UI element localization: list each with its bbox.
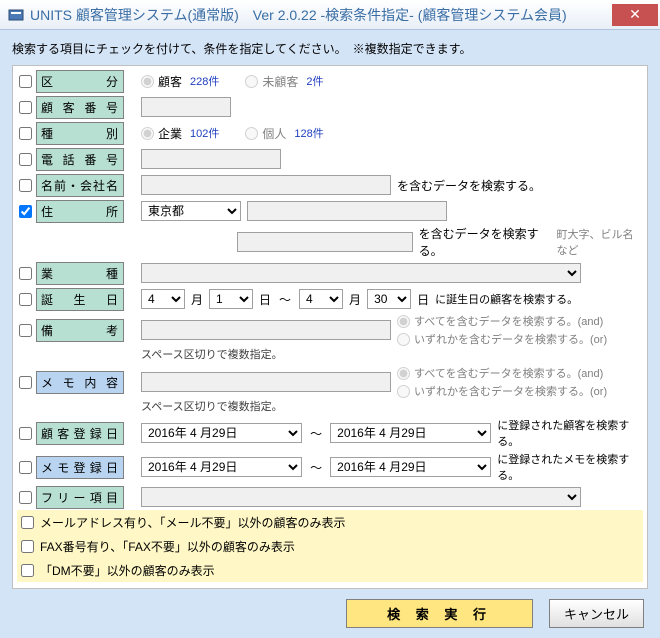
kokyakutoroku-date2[interactable]: 2016年 4 月29日	[330, 423, 491, 443]
cancel-button[interactable]: キャンセル	[549, 599, 644, 628]
memotoroku-sep: ～	[310, 459, 322, 476]
bikou-or-radio[interactable]	[397, 333, 410, 346]
kubun-count2: 2件	[306, 73, 323, 89]
jusho-input2[interactable]	[237, 232, 413, 252]
jusho-select[interactable]: 東京都	[141, 201, 241, 221]
namae-input[interactable]	[141, 175, 391, 195]
kokyakubangou-label: 顧客番号	[36, 96, 124, 119]
bikou-label: 備考	[36, 319, 124, 342]
shubetsu-opt2: 個人	[262, 125, 286, 142]
tanjobi-hint: に誕生日の顧客を検索する。	[435, 291, 578, 307]
memotoroku-label: メモ登録日	[36, 456, 124, 479]
jusho-hint: を含むデータを検索する。	[419, 225, 545, 259]
jusho-label: 住 所	[36, 200, 124, 223]
kubun-label: 区 分	[36, 70, 124, 93]
tanjobi-m1[interactable]: 4	[141, 289, 185, 309]
kubun-count1: 228件	[190, 73, 219, 89]
memotoroku-hint: に登録されたメモを検索する。	[497, 451, 643, 483]
bikou-input[interactable]	[141, 320, 391, 340]
kokyakutoroku-date1[interactable]: 2016年 4 月29日	[141, 423, 302, 443]
bikou-and-radio[interactable]	[397, 315, 410, 328]
freeitem-label: フリー項目	[36, 486, 124, 509]
tanjobi-m2[interactable]: 4	[299, 289, 343, 309]
denwa-input[interactable]	[141, 149, 281, 169]
memo-input[interactable]	[141, 372, 391, 392]
jusho-checkbox[interactable]	[19, 205, 32, 218]
kokyakubangou-input[interactable]	[141, 97, 231, 117]
memo-space-hint: スペース区切りで複数指定。	[17, 398, 643, 414]
memotoroku-checkbox[interactable]	[19, 461, 32, 474]
m-label1: 月	[191, 291, 203, 308]
denwa-checkbox[interactable]	[19, 153, 32, 166]
fax-filter-checkbox[interactable]	[21, 540, 34, 553]
freeitem-select[interactable]	[141, 487, 581, 507]
fax-filter-label: FAX番号有り、「FAX不要」以外の顧客のみ表示	[40, 538, 295, 555]
d-label2: 日	[417, 291, 429, 308]
kokyakutoroku-checkbox[interactable]	[19, 427, 32, 440]
denwa-label: 電話番号	[36, 148, 124, 171]
kubun-opt1: 顧客	[158, 73, 182, 90]
namae-checkbox[interactable]	[19, 179, 32, 192]
shubetsu-count1: 102件	[190, 125, 219, 141]
gyoshu-select[interactable]	[141, 263, 581, 283]
memo-and-radio[interactable]	[397, 367, 410, 380]
shubetsu-count2: 128件	[294, 125, 323, 141]
mail-filter-checkbox[interactable]	[21, 516, 34, 529]
bikou-space-hint: スペース区切りで複数指定。	[17, 346, 643, 362]
search-button[interactable]: 検 索 実 行	[346, 599, 533, 628]
memo-or: いずれかを含むデータを検索する。(or)	[414, 383, 607, 399]
kubun-radio-kokyaku[interactable]	[141, 75, 154, 88]
kubun-opt2: 未顧客	[262, 73, 298, 90]
shubetsu-checkbox[interactable]	[19, 127, 32, 140]
kubun-checkbox[interactable]	[19, 75, 32, 88]
bikou-and: すべてを含むデータを検索する。(and)	[414, 313, 603, 329]
namae-label: 名前・会社名	[36, 174, 124, 197]
tanjobi-d1[interactable]: 1	[209, 289, 253, 309]
m-label2: 月	[349, 291, 361, 308]
tanjobi-sep: ～	[279, 291, 291, 308]
kokyakutoroku-label: 顧客登録日	[36, 422, 124, 445]
gyoshu-checkbox[interactable]	[19, 267, 32, 280]
bikou-or: いずれかを含むデータを検索する。(or)	[414, 331, 607, 347]
jusho-hint2: 町大字、ビル名など	[556, 226, 643, 258]
shubetsu-label: 種 別	[36, 122, 124, 145]
dm-filter-checkbox[interactable]	[21, 564, 34, 577]
namae-hint: を含むデータを検索する。	[397, 177, 541, 194]
kokyakubangou-checkbox[interactable]	[19, 101, 32, 114]
tanjobi-label: 誕生日	[36, 288, 124, 311]
kubun-radio-mikokyaku[interactable]	[245, 75, 258, 88]
app-icon	[8, 7, 24, 23]
dm-filter-label: 「DM不要」以外の顧客のみ表示	[40, 562, 215, 579]
close-button[interactable]: ✕	[612, 4, 658, 26]
memo-and: すべてを含むデータを検索する。(and)	[414, 365, 603, 381]
memo-or-radio[interactable]	[397, 385, 410, 398]
memotoroku-date1[interactable]: 2016年 4 月29日	[141, 457, 302, 477]
freeitem-checkbox[interactable]	[19, 491, 32, 504]
shubetsu-radio-kigyo[interactable]	[141, 127, 154, 140]
kokyakutoroku-sep: ～	[310, 425, 322, 442]
tanjobi-checkbox[interactable]	[19, 293, 32, 306]
window-title: UNITS 顧客管理システム(通常版) Ver 2.0.22 -検索条件指定- …	[30, 5, 612, 25]
instruction-text: 検索する項目にチェックを付けて、条件を指定してください。 ※複数指定できます。	[12, 40, 648, 57]
mail-filter-label: メールアドレス有り、「メール不要」以外の顧客のみ表示	[40, 514, 346, 531]
jusho-input1[interactable]	[247, 201, 447, 221]
bikou-checkbox[interactable]	[19, 324, 32, 337]
memo-checkbox[interactable]	[19, 376, 32, 389]
tanjobi-d2[interactable]: 30	[367, 289, 411, 309]
memotoroku-date2[interactable]: 2016年 4 月29日	[330, 457, 491, 477]
memo-label: メモ内容	[36, 371, 124, 394]
shubetsu-radio-kojin[interactable]	[245, 127, 258, 140]
kokyakutoroku-hint: に登録された顧客を検索する。	[497, 417, 643, 449]
shubetsu-opt1: 企業	[158, 125, 182, 142]
d-label1: 日	[259, 291, 271, 308]
gyoshu-label: 業 種	[36, 262, 124, 285]
